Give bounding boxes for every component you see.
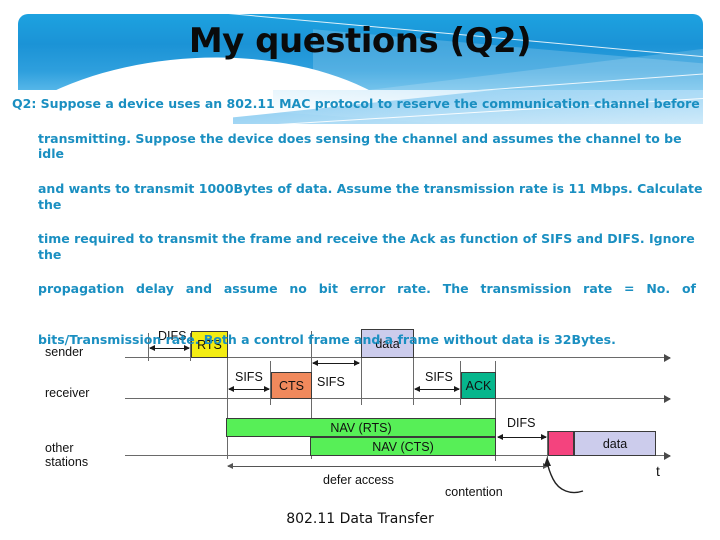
interval-label-sifs-1: SIFS — [235, 370, 263, 384]
question-body: Q2: Suppose a device uses an 802.11 MAC … — [12, 96, 708, 366]
question-line-3: and wants to transmit 1000Bytes of data.… — [38, 180, 703, 212]
page-title: My questions (Q2) — [188, 21, 532, 61]
interval-arrow-sifs-3 — [414, 385, 460, 392]
receiver-timeline — [125, 394, 671, 403]
question-line-4: time required to transmit the frame and … — [38, 231, 695, 262]
question-line-1: Q2: Suppose a device uses an 802.11 MAC … — [12, 96, 700, 111]
row-label-other-stations: other stations — [45, 441, 89, 470]
question-line-6: bits/Transmission rate. Both a control f… — [38, 331, 616, 347]
question-line-2: transmitting. Suppose the device does se… — [38, 130, 682, 162]
time-axis-label: t — [656, 463, 660, 479]
row-label-receiver: receiver — [45, 386, 90, 400]
interval-label-contention: contention — [445, 485, 503, 499]
interval-arrow-difs-other — [497, 433, 547, 440]
frame-data-other: data — [574, 431, 656, 456]
slide: My questions (Q2) Q2: Suppose a device u… — [0, 0, 720, 540]
frame-nav-cts: NAV (CTS) — [310, 437, 496, 456]
interval-label-defer-access: defer access — [323, 473, 394, 487]
interval-arrow-sifs-1 — [228, 385, 270, 392]
interval-label-sifs-3: SIFS — [425, 370, 453, 384]
interval-arrow-defer-access — [227, 462, 549, 469]
frame-cts: CTS — [271, 372, 312, 399]
interval-label-sifs-2: SIFS — [317, 375, 345, 389]
frame-nav-rts: NAV (RTS) — [226, 418, 496, 437]
frame-contention-block — [548, 431, 574, 456]
frame-ack: ACK — [461, 372, 496, 399]
diagram-caption: 802.11 Data Transfer — [286, 511, 434, 527]
contention-pointer-icon — [544, 457, 584, 494]
question-line-5: propagation delay and assume no bit erro… — [38, 281, 696, 297]
interval-label-difs-other: DIFS — [507, 416, 536, 430]
